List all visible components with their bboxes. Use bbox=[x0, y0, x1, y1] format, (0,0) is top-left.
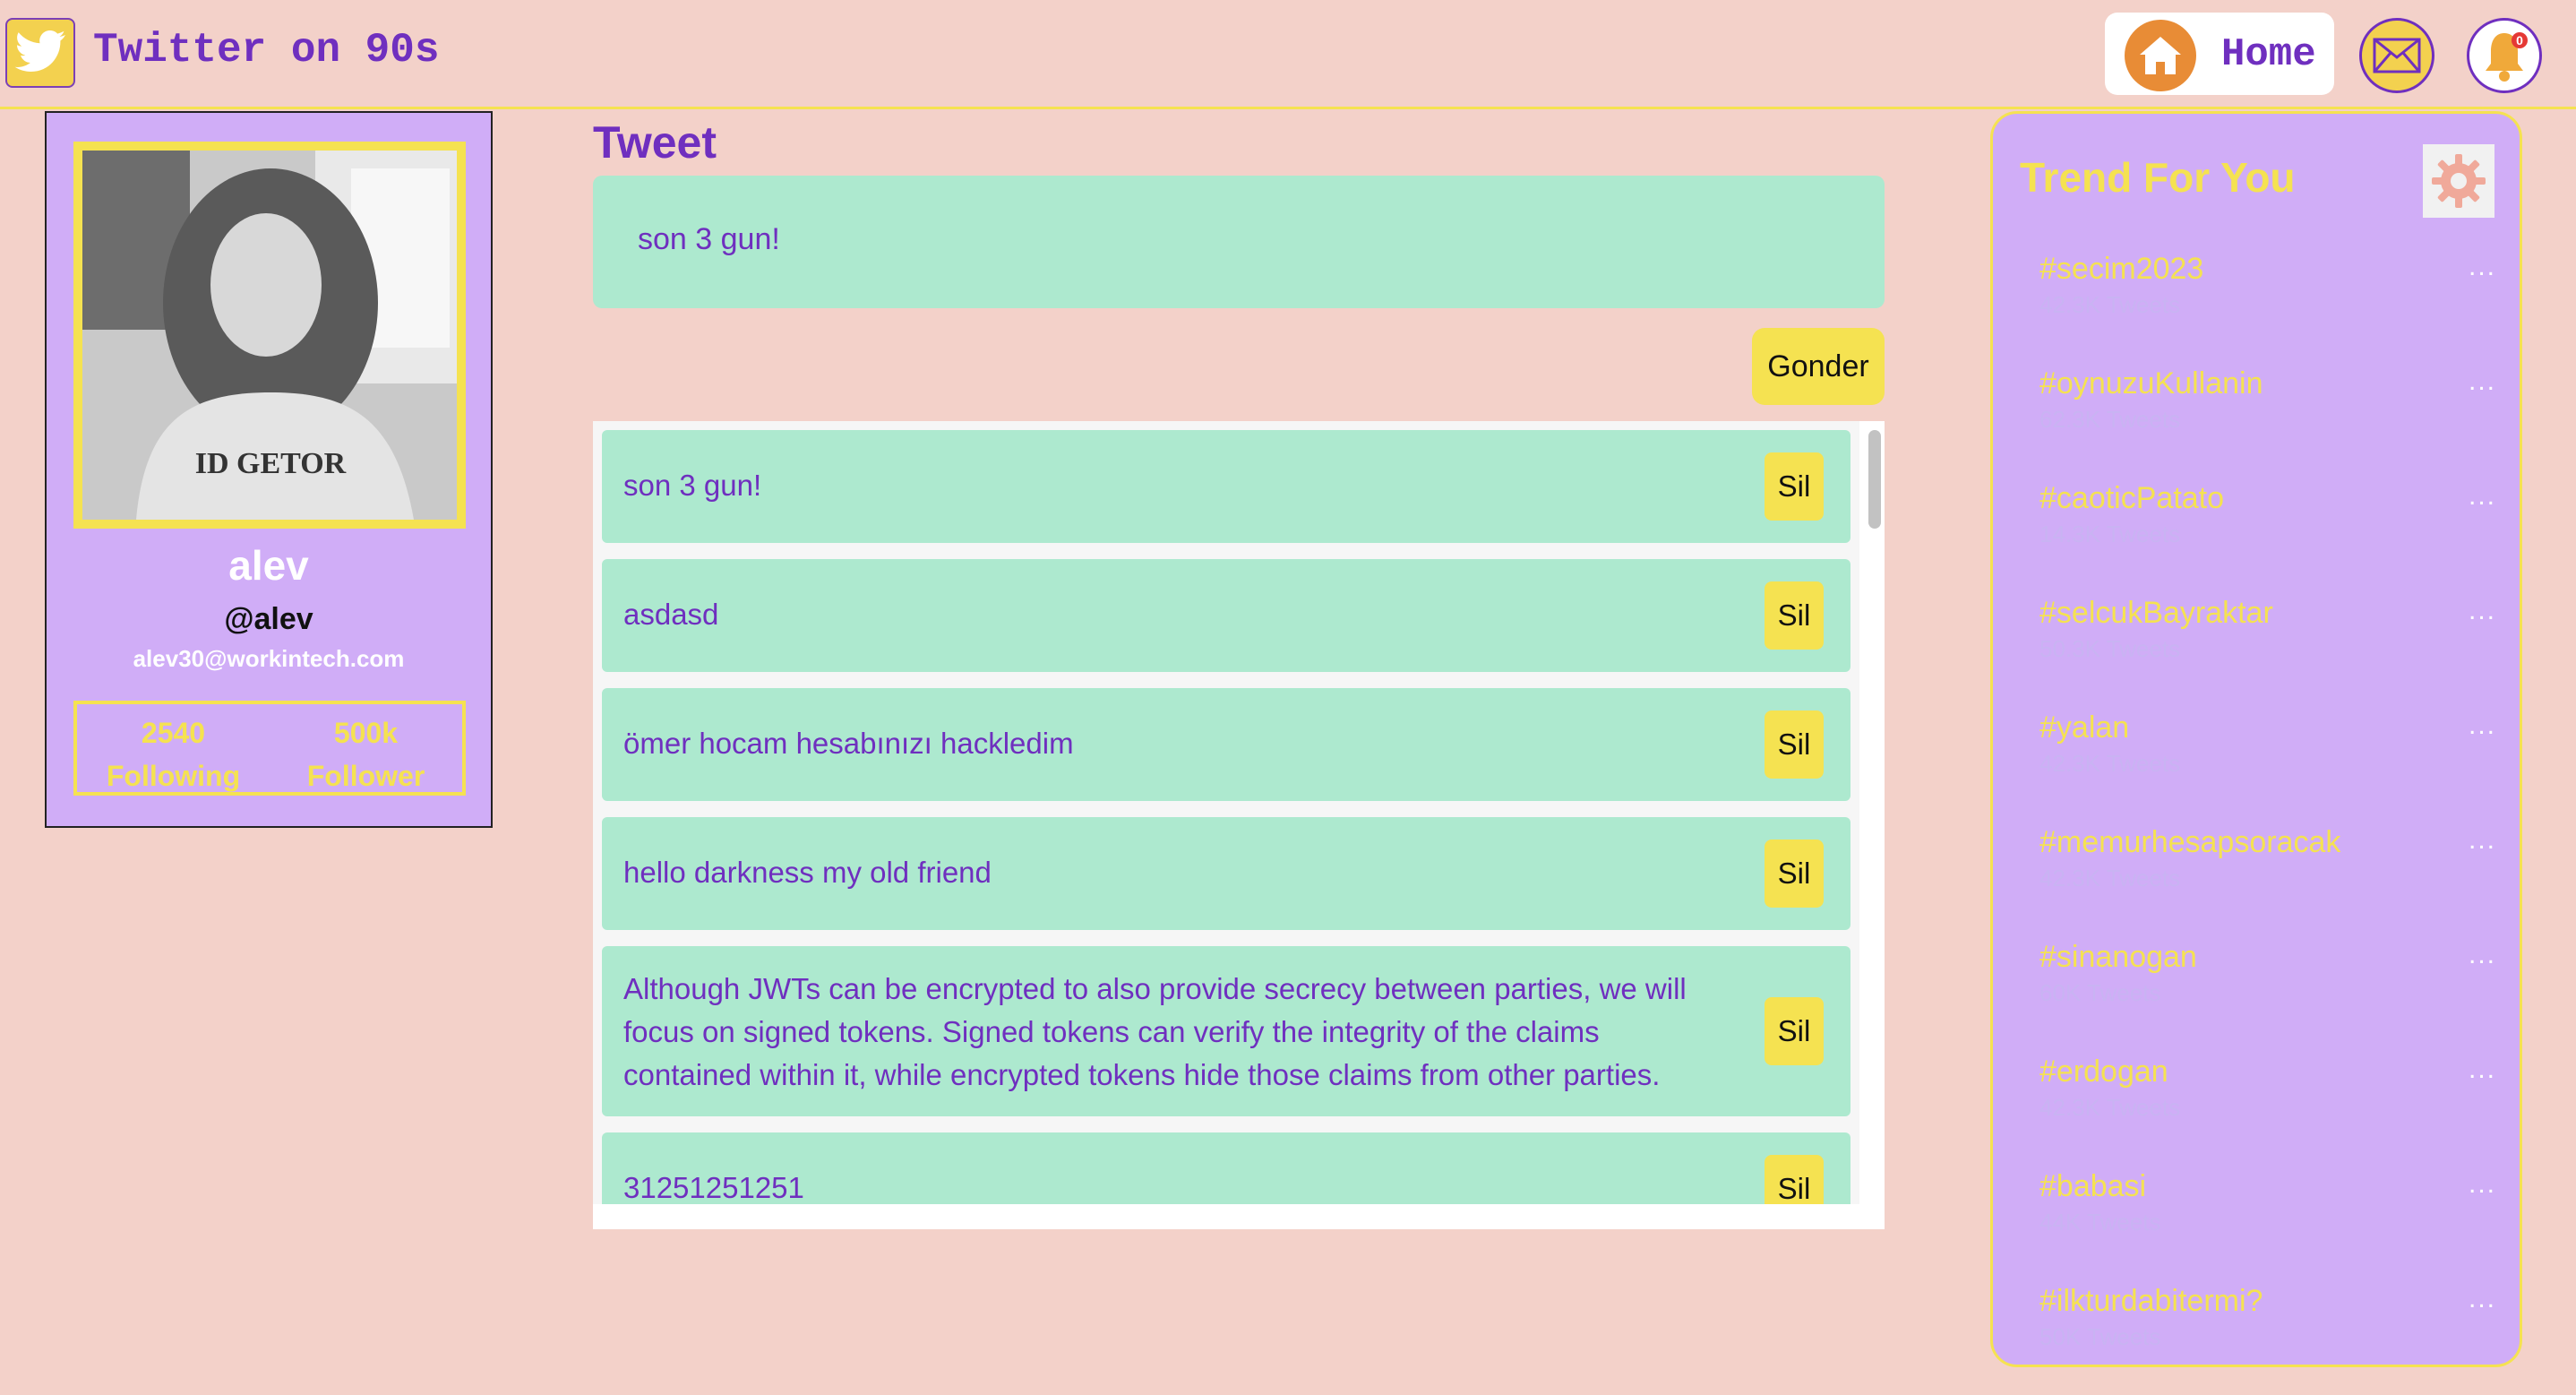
top-header: Twitter on 90s Home 0 bbox=[0, 0, 2576, 109]
trend-more-button[interactable]: ... bbox=[2469, 825, 2496, 856]
tweet-text: hello darkness my old friend bbox=[623, 856, 992, 889]
avatar[interactable]: ID GETOR bbox=[82, 151, 457, 520]
trend-item[interactable]: #secim2023 42.3K Tweets ... bbox=[2039, 248, 2496, 363]
trend-item[interactable]: #yalan 42.3K Tweets ... bbox=[2039, 707, 2496, 822]
trend-tag: #oynuzuKullanin bbox=[2039, 366, 2263, 400]
trend-more-button[interactable]: ... bbox=[2469, 481, 2496, 512]
delete-tweet-button[interactable]: Sil bbox=[1765, 452, 1824, 521]
trend-item[interactable]: #selcukBayraktar 50.3K Tweets ... bbox=[2039, 592, 2496, 707]
trend-count: 60K Tweets bbox=[2039, 979, 2161, 1006]
trend-item[interactable]: #babasi 44K Tweets ... bbox=[2039, 1166, 2496, 1280]
send-tweet-button[interactable]: Gonder bbox=[1752, 328, 1885, 405]
trend-count: 62.3K Tweets bbox=[2039, 406, 2181, 433]
trend-count: 50.3K Tweets bbox=[2039, 635, 2181, 662]
trends-settings-button[interactable] bbox=[2423, 144, 2494, 218]
tweet-text: asdasd bbox=[623, 598, 719, 631]
trend-count: 14.3K Tweets bbox=[2039, 521, 2181, 547]
profile-card: ID GETOR alev @alev alev30@workintech.co… bbox=[45, 111, 493, 828]
tweet-list: son 3 gun! Sil asdasd Sil ömer hocam hes… bbox=[602, 430, 1850, 1227]
feed-scrollbar-thumb[interactable] bbox=[1868, 430, 1881, 529]
trend-count: 42.3K Tweets bbox=[2039, 1094, 2181, 1121]
tweet-item: ömer hocam hesabınızı hackledim Sil bbox=[602, 688, 1850, 801]
trends-panel: Trend For You #secim2023 42.3K Tweets ..… bbox=[1990, 111, 2522, 1367]
home-icon bbox=[2125, 20, 2196, 91]
tweet-feed[interactable]: son 3 gun! Sil asdasd Sil ömer hocam hes… bbox=[593, 421, 1885, 1227]
feed-scrollbar[interactable] bbox=[1859, 421, 1885, 1204]
following-count: 2540 bbox=[141, 717, 206, 749]
trend-item[interactable]: #sinanogan 60K Tweets ... bbox=[2039, 936, 2496, 1051]
profile-name: alev bbox=[228, 542, 309, 589]
trend-tag: #memurhesapsoracak bbox=[2039, 825, 2341, 859]
twitter-bird-icon bbox=[14, 30, 66, 72]
tweet-item: Although JWTs can be encrypted to also p… bbox=[602, 946, 1850, 1116]
delete-tweet-button[interactable]: Sil bbox=[1765, 997, 1824, 1065]
delete-tweet-button[interactable]: Sil bbox=[1765, 710, 1824, 779]
trend-tag: #secim2023 bbox=[2039, 252, 2204, 286]
tweet-item: hello darkness my old friend Sil bbox=[602, 817, 1850, 930]
trend-item[interactable]: #oynuzuKullanin 62.3K Tweets ... bbox=[2039, 363, 2496, 478]
profile-handle: @alev bbox=[224, 602, 313, 636]
tweet-text: ömer hocam hesabınızı hackledim bbox=[623, 727, 1074, 760]
trend-more-button[interactable]: ... bbox=[2469, 1284, 2496, 1314]
trend-item[interactable]: #erdogan 42.3K Tweets ... bbox=[2039, 1051, 2496, 1166]
notification-badge-count: 0 bbox=[2516, 33, 2523, 47]
trend-item[interactable]: #caoticPatato 14.3K Tweets ... bbox=[2039, 478, 2496, 592]
tweet-heading: Tweet bbox=[593, 117, 717, 168]
app-logo[interactable] bbox=[5, 18, 75, 88]
follower-label: Follower bbox=[306, 760, 425, 792]
following-label: Following bbox=[106, 760, 241, 792]
trend-tag: #erdogan bbox=[2039, 1055, 2168, 1089]
following-stat[interactable]: 2540 Following bbox=[77, 704, 270, 792]
profile-email: alev30@workintech.com bbox=[133, 645, 405, 672]
trend-item[interactable]: #memurhesapsoracak 42.3K Tweets ... bbox=[2039, 822, 2496, 936]
home-button[interactable]: Home bbox=[2105, 13, 2334, 95]
follower-stat[interactable]: 500k Follower bbox=[270, 704, 462, 792]
feed-horizontal-scrollbar[interactable] bbox=[593, 1204, 1885, 1229]
trend-more-button[interactable]: ... bbox=[2469, 1169, 2496, 1200]
tweet-text: son 3 gun! bbox=[623, 469, 762, 502]
trend-tag: #babasi bbox=[2039, 1169, 2147, 1203]
trend-more-button[interactable]: ... bbox=[2469, 252, 2496, 282]
delete-tweet-button[interactable]: Sil bbox=[1765, 581, 1824, 650]
follower-count: 500k bbox=[333, 717, 399, 749]
trend-item[interactable]: #ilkturdabitermi? 50K Tweets ... bbox=[2039, 1280, 2496, 1395]
tweet-text: Although JWTs can be encrypted to also p… bbox=[623, 972, 1687, 1091]
gear-icon bbox=[2432, 154, 2486, 208]
trend-count: 42.3K Tweets bbox=[2039, 291, 2181, 318]
bell-icon: 0 bbox=[2486, 32, 2528, 82]
trend-more-button[interactable]: ... bbox=[2469, 940, 2496, 970]
trend-count: 50K Tweets bbox=[2039, 1323, 2161, 1350]
mail-icon bbox=[2373, 38, 2421, 73]
delete-tweet-button[interactable]: Sil bbox=[1765, 840, 1824, 908]
trend-tag: #caoticPatato bbox=[2039, 481, 2225, 515]
svg-text:ID GETOR: ID GETOR bbox=[195, 447, 347, 480]
trend-more-button[interactable]: ... bbox=[2469, 1055, 2496, 1085]
trend-tag: #sinanogan bbox=[2039, 940, 2197, 974]
trend-count: 42.3K Tweets bbox=[2039, 865, 2181, 891]
trend-tag: #selcukBayraktar bbox=[2039, 596, 2273, 630]
app-title: Twitter on 90s bbox=[93, 27, 440, 73]
trend-more-button[interactable]: ... bbox=[2469, 710, 2496, 741]
trend-tag: #yalan bbox=[2039, 710, 2130, 745]
trend-more-button[interactable]: ... bbox=[2469, 596, 2496, 626]
trends-title: Trend For You bbox=[2020, 154, 2296, 201]
messages-button[interactable] bbox=[2359, 18, 2434, 93]
profile-stats: 2540 Following 500k Follower bbox=[73, 701, 466, 796]
tweet-text: 31251251251 bbox=[623, 1171, 804, 1204]
tweet-item: son 3 gun! Sil bbox=[602, 430, 1850, 543]
tweet-input[interactable]: son 3 gun! bbox=[593, 176, 1885, 308]
trend-count: 42.3K Tweets bbox=[2039, 750, 2181, 777]
notifications-button[interactable]: 0 bbox=[2467, 18, 2542, 93]
trend-tag: #ilkturdabitermi? bbox=[2039, 1284, 2263, 1318]
trend-more-button[interactable]: ... bbox=[2469, 366, 2496, 397]
trend-count: 44K Tweets bbox=[2039, 1209, 2161, 1236]
home-label: Home bbox=[2221, 32, 2316, 77]
avatar-frame: ID GETOR bbox=[73, 142, 466, 529]
tweet-item: asdasd Sil bbox=[602, 559, 1850, 672]
